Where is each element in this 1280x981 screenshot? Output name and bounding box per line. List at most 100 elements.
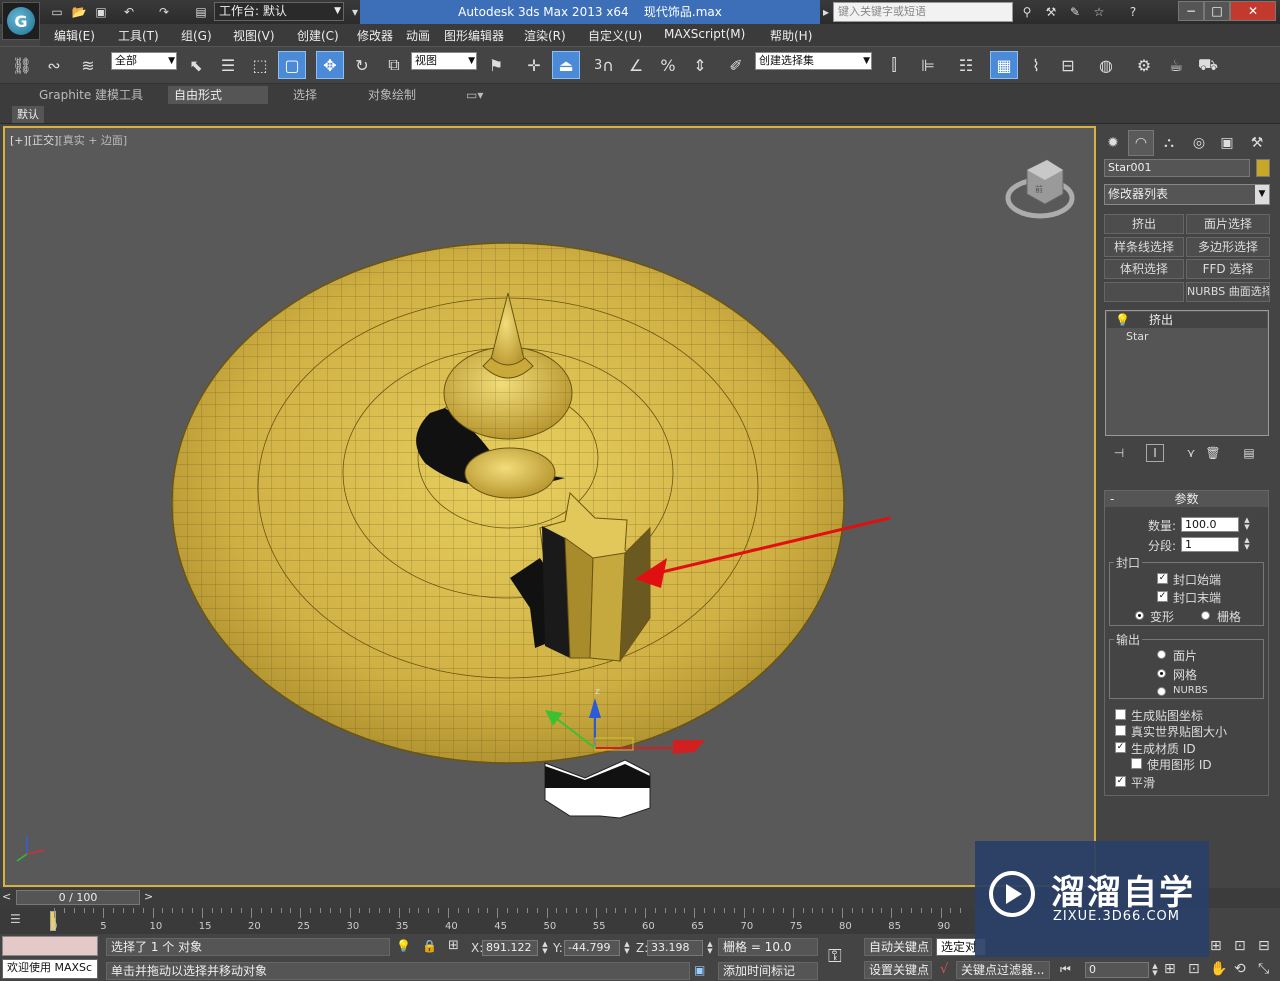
- redo-icon[interactable]: ↷: [155, 3, 173, 21]
- render-production-icon[interactable]: ⛟: [1194, 51, 1222, 79]
- favorites-star-icon[interactable]: ☆: [1090, 3, 1108, 21]
- window-crossing-icon[interactable]: ▢: [278, 51, 306, 79]
- current-frame-field[interactable]: 0: [1085, 962, 1149, 978]
- named-selection-dropdown[interactable]: 创建选择集 ▼: [755, 52, 872, 70]
- layer-manager-icon[interactable]: ☷: [952, 51, 980, 79]
- y-spinner-arrows-icon[interactable]: ▲ ▼: [622, 941, 632, 956]
- x-coordinate-field[interactable]: 891.122: [482, 940, 538, 956]
- spinner-snap-icon[interactable]: ⇕: [686, 51, 714, 79]
- use-shape-ids-checkbox[interactable]: [1131, 758, 1142, 769]
- select-manipulate-icon[interactable]: ✛: [520, 51, 548, 79]
- auto-key-button[interactable]: 自动关键点: [864, 938, 932, 956]
- menu-graph-editors[interactable]: 图形编辑器: [444, 27, 504, 44]
- select-scale-icon[interactable]: ⧉: [380, 51, 408, 79]
- keyboard-shortcut-override-icon[interactable]: ⏏: [552, 51, 580, 79]
- select-move-icon[interactable]: ✥: [316, 51, 344, 79]
- key-mode-toggle-icon[interactable]: ⏮: [1060, 962, 1071, 977]
- binoculars-icon[interactable]: ⚲: [1018, 3, 1036, 21]
- stack-item-extrude[interactable]: 💡 挤出: [1107, 312, 1267, 328]
- set-key-icon[interactable]: ⚿: [828, 946, 842, 967]
- cap-end-checkbox[interactable]: ✓: [1157, 591, 1168, 602]
- tab-freeform[interactable]: 自由形式: [168, 86, 268, 104]
- ribbon-default-label[interactable]: 默认: [12, 106, 44, 123]
- edit-named-selection-icon[interactable]: ✐: [722, 51, 750, 79]
- segments-spinner-input[interactable]: 1: [1181, 537, 1239, 552]
- z-spinner-arrows-icon[interactable]: ▲ ▼: [705, 941, 715, 956]
- track-bar[interactable]: ☰ 0 5 10 15 20 25 30 35 40 45 50 55 60 65 70 75 80 85 90: [0, 908, 975, 934]
- communication-icon[interactable]: ✎: [1066, 3, 1084, 21]
- maxscript-prompt[interactable]: 欢迎使用 MAXSc: [2, 959, 98, 979]
- isolate-selection-icon[interactable]: 💡: [396, 939, 411, 953]
- maxscript-listener-mini[interactable]: [2, 936, 98, 956]
- display-panel-icon[interactable]: ▣: [1214, 130, 1240, 156]
- smooth-checkbox[interactable]: ✓: [1115, 776, 1126, 787]
- pin-stack-icon[interactable]: ⊣: [1110, 444, 1128, 462]
- help-search-input[interactable]: 键入关键字或短语: [833, 2, 1013, 22]
- rollout-header[interactable]: - 参数: [1105, 491, 1268, 507]
- show-end-result-icon[interactable]: I: [1146, 444, 1164, 462]
- ribbon-options-icon[interactable]: ▭▾: [460, 86, 489, 104]
- menu-views[interactable]: 视图(V): [233, 27, 275, 44]
- time-slider[interactable]: 0 / 100: [16, 890, 140, 905]
- select-rotate-icon[interactable]: ↻: [348, 51, 376, 79]
- modifier-button-spline-select[interactable]: 样条线选择: [1104, 237, 1184, 257]
- open-file-icon[interactable]: 📂: [70, 3, 88, 21]
- modifier-button-vol-select[interactable]: 体积选择: [1104, 259, 1184, 279]
- frame-spinner-arrows-icon[interactable]: ▲ ▼: [1150, 963, 1160, 978]
- lightbulb-icon[interactable]: 💡: [1115, 312, 1130, 328]
- modifier-list-dropdown[interactable]: 修改器列表 ▼: [1104, 184, 1270, 205]
- modifier-button-nurbs-select[interactable]: NURBS 曲面选择: [1186, 282, 1270, 302]
- object-color-swatch[interactable]: [1256, 159, 1270, 177]
- rectangular-selection-icon[interactable]: ⬚: [246, 51, 274, 79]
- app-logo[interactable]: G: [2, 2, 40, 40]
- mirror-icon[interactable]: ⫿: [880, 51, 908, 79]
- render-setup-icon[interactable]: ⚙: [1130, 51, 1158, 79]
- gen-mat-ids-checkbox[interactable]: ✓: [1115, 742, 1126, 753]
- menu-tools[interactable]: 工具(T): [118, 27, 159, 44]
- modifier-stack[interactable]: 💡 挤出 Star: [1105, 310, 1269, 436]
- reference-coord-dropdown[interactable]: 视图 ▼: [411, 52, 477, 70]
- motion-panel-icon[interactable]: ◎: [1186, 130, 1212, 156]
- modifier-button-empty[interactable]: [1104, 282, 1184, 302]
- percent-snap-icon[interactable]: %: [654, 51, 682, 79]
- object-name-field[interactable]: Star001: [1104, 159, 1250, 177]
- perspective-viewport[interactable]: [+][正交][真实 + 边面] z 前: [3, 126, 1096, 887]
- tab-object-paint[interactable]: 对象绘制: [362, 86, 422, 104]
- modifier-button-extrude[interactable]: 挤出: [1104, 214, 1184, 234]
- graphite-ribbon-icon[interactable]: ▦: [990, 51, 1018, 79]
- viewcube[interactable]: 前: [1005, 159, 1075, 219]
- amount-spinner-arrows-icon[interactable]: ▲ ▼: [1242, 517, 1252, 532]
- menu-edit[interactable]: 编辑(E): [54, 27, 95, 44]
- collapse-icon[interactable]: -: [1110, 491, 1114, 507]
- save-file-icon[interactable]: ▣: [92, 3, 110, 21]
- absolute-mode-icon[interactable]: ⊞: [448, 938, 459, 953]
- nurbs-radio[interactable]: [1157, 687, 1166, 696]
- z-coordinate-field[interactable]: 33.198: [647, 940, 703, 956]
- project-folder-icon[interactable]: ▤: [192, 3, 210, 21]
- stack-item-star[interactable]: Star: [1126, 330, 1149, 343]
- set-key-button[interactable]: 设置关键点: [864, 961, 932, 979]
- snaps-toggle-icon[interactable]: 3 ∩: [590, 51, 618, 79]
- next-frame-icon[interactable]: >: [144, 890, 153, 903]
- menu-group[interactable]: 组(G): [181, 27, 212, 44]
- cap-start-checkbox[interactable]: ✓: [1157, 573, 1168, 584]
- modify-panel-icon[interactable]: ◠: [1128, 130, 1154, 156]
- grid-radio[interactable]: [1201, 611, 1210, 620]
- menu-help[interactable]: 帮助(H): [770, 27, 812, 44]
- real-world-checkbox[interactable]: [1115, 725, 1126, 736]
- unlink-icon[interactable]: ∾: [40, 51, 68, 79]
- help-icon[interactable]: ?: [1124, 3, 1142, 21]
- menu-customize[interactable]: 自定义(U): [588, 27, 642, 44]
- zoom-extents-icon[interactable]: ⊡: [1188, 961, 1200, 977]
- curve-editor-icon[interactable]: ⌇: [1022, 51, 1050, 79]
- modifier-button-poly-select[interactable]: 多边形选择: [1186, 237, 1270, 257]
- orbit-icon[interactable]: ⟲: [1234, 961, 1246, 977]
- schematic-view-icon[interactable]: ⊟: [1054, 51, 1082, 79]
- menu-modifiers[interactable]: 修改器: [357, 27, 393, 44]
- link-icon[interactable]: ⛓: [8, 51, 36, 79]
- tab-selection[interactable]: 选择: [287, 86, 323, 104]
- maximize-button[interactable]: □: [1204, 1, 1230, 21]
- menu-create[interactable]: 创建(C): [297, 27, 339, 44]
- minimize-button[interactable]: −: [1178, 1, 1204, 21]
- chevron-right-icon[interactable]: ▸: [820, 3, 832, 21]
